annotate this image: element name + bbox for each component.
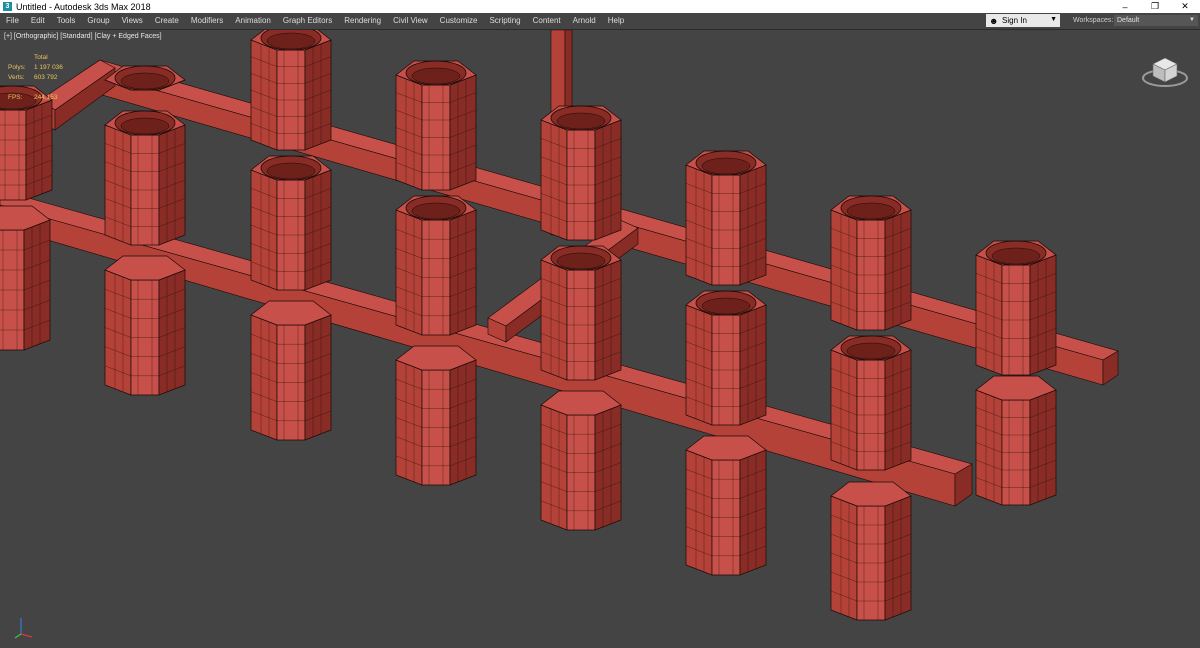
menu-tools[interactable]: Tools [51, 13, 82, 29]
hex-pillar-lower-0[interactable] [104, 255, 186, 396]
viewport-label-menu[interactable]: [+] [Orthographic] [Standard] [Clay + Ed… [4, 33, 162, 40]
viewcube-icon[interactable] [1140, 50, 1190, 90]
menu-civil-view[interactable]: Civil View [387, 13, 434, 29]
hex-cup-back-3[interactable] [540, 105, 622, 241]
verts-label: Verts: [8, 74, 25, 81]
hex-cup-back-1[interactable] [250, 30, 332, 151]
hex-cup-left-edge[interactable] [0, 85, 53, 201]
menu-customize[interactable]: Customize [434, 13, 484, 29]
caret-down-icon: ▼ [1050, 16, 1057, 23]
sign-in-dropdown[interactable]: ☻ Sign In ▼ [986, 14, 1060, 27]
hex-pillar-lower-6[interactable] [975, 375, 1057, 506]
hex-cup-front-4[interactable] [685, 290, 767, 426]
menu-arnold[interactable]: Arnold [567, 13, 602, 29]
fps-value: 244,153 [34, 94, 58, 101]
stats-header: Total [34, 54, 48, 61]
fps-label: FPS: [8, 94, 23, 101]
hex-cup-back-5[interactable] [830, 195, 912, 331]
user-icon: ☻ [989, 15, 999, 26]
hex-cup-front-5[interactable] [830, 335, 912, 471]
caret-down-icon: ▼ [1189, 17, 1195, 23]
hex-pillar-lower-5[interactable] [830, 481, 912, 621]
sign-in-label: Sign In [1002, 16, 1027, 25]
menu-group[interactable]: Group [81, 13, 115, 29]
minimize-button[interactable]: – [1110, 0, 1140, 13]
hex-cup-back-2[interactable] [395, 60, 477, 191]
restore-button[interactable]: ❐ [1140, 0, 1170, 13]
hex-cup-front-3[interactable] [540, 245, 622, 381]
polys-label: Polys: [8, 64, 26, 71]
hex-cup-front-0[interactable] [104, 110, 186, 246]
menu-rendering[interactable]: Rendering [338, 13, 387, 29]
menu-modifiers[interactable]: Modifiers [185, 13, 229, 29]
workspace-value: Default [1117, 17, 1140, 24]
hex-pillar-lower-4[interactable] [685, 435, 767, 576]
title-bar: 3 Untitled - Autodesk 3ds Max 2018 – ❐ ✕ [0, 0, 1200, 13]
menu-edit[interactable]: Edit [25, 13, 51, 29]
workspaces-select[interactable]: Default ▼ [1114, 15, 1198, 26]
close-button[interactable]: ✕ [1170, 0, 1200, 13]
window-title: Untitled - Autodesk 3ds Max 2018 [16, 1, 151, 12]
perspective-viewport[interactable]: [+] [Orthographic] [Standard] [Clay + Ed… [0, 30, 1200, 648]
axis-tripod-icon [14, 618, 33, 639]
hex-cup-front-2[interactable] [395, 195, 477, 336]
menu-scripting[interactable]: Scripting [483, 13, 526, 29]
polys-value: 1 197 036 [34, 64, 63, 71]
menu-items: File Edit Tools Group Views Create Modif… [0, 13, 630, 29]
hex-cup-back-6[interactable] [975, 240, 1057, 376]
menu-file[interactable]: File [0, 13, 25, 29]
menu-content[interactable]: Content [527, 13, 567, 29]
hex-pillar-lower-7[interactable] [0, 205, 51, 351]
scene-canvas[interactable] [0, 30, 1200, 648]
3ds-max-app-icon[interactable]: 3 [3, 2, 12, 11]
menu-create[interactable]: Create [149, 13, 185, 29]
hex-pillar-lower-2[interactable] [395, 345, 477, 486]
hex-cup-front-1[interactable] [250, 155, 332, 291]
verts-value: 603 792 [34, 74, 58, 81]
menu-views[interactable]: Views [116, 13, 149, 29]
hex-pillar-lower-1[interactable] [250, 300, 332, 441]
menu-animation[interactable]: Animation [229, 13, 277, 29]
workspaces-label: Workspaces: [1073, 17, 1114, 24]
menu-bar: File Edit Tools Group Views Create Modif… [0, 13, 1200, 30]
hex-pillar-lower-3[interactable] [540, 390, 622, 531]
menu-help[interactable]: Help [602, 13, 630, 29]
window-controls: – ❐ ✕ [1110, 0, 1200, 13]
hex-cup-back-4[interactable] [685, 150, 767, 286]
menu-graph-editors[interactable]: Graph Editors [277, 13, 338, 29]
scene-statistics: Total Polys: 1 197 036 Verts: 603 792 FPS:… [8, 53, 74, 103]
